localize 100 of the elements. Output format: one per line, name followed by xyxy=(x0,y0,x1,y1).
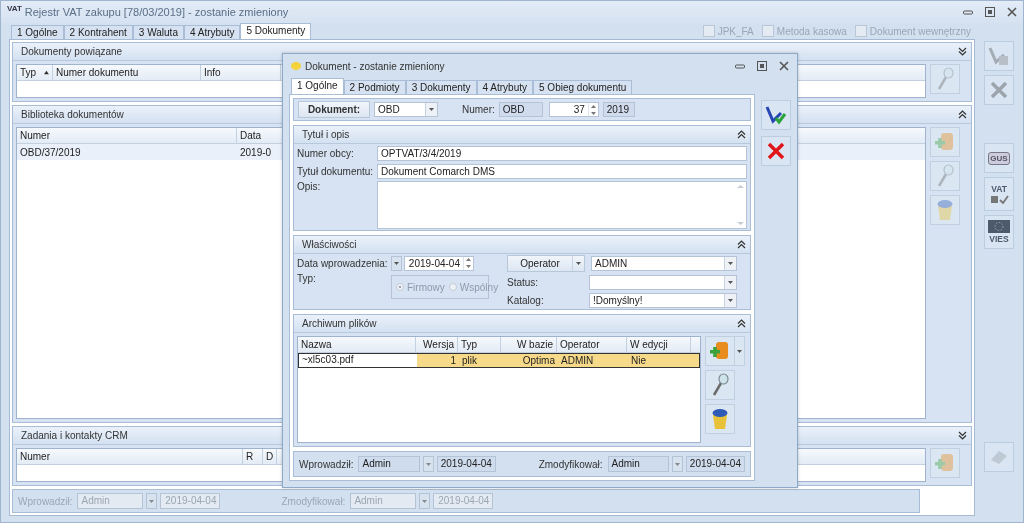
vat-button[interactable]: VAT xyxy=(984,177,1014,211)
modified-by-field[interactable]: Admin xyxy=(607,456,669,472)
table-cell-text: ADMIN xyxy=(560,355,595,366)
column-header[interactable]: D xyxy=(263,449,277,464)
spin-arrows-icon xyxy=(466,257,471,269)
created-by-field[interactable]: Admin xyxy=(358,456,420,472)
field-label: Katalog: xyxy=(507,294,545,306)
tab[interactable]: 4 Atrybuty xyxy=(476,80,533,94)
number-spinner[interactable]: 37 xyxy=(548,102,599,117)
trash-can-icon xyxy=(935,198,955,222)
number-label: Numer: xyxy=(462,104,495,115)
caret-icon xyxy=(728,262,733,265)
table-cell-text: 2019-0 xyxy=(239,146,273,158)
section-title: Biblioteka dokumentów xyxy=(21,109,124,120)
window-title: Rejestr VAT zakupu [78/03/2019] - zostanie zmieniony xyxy=(24,6,290,18)
column-header[interactable]: Typ xyxy=(458,337,501,352)
document-icon xyxy=(291,62,301,70)
field-label: Typ: xyxy=(297,273,317,284)
column-header[interactable]: Operator xyxy=(557,337,627,352)
operator-button[interactable]: Operator xyxy=(507,255,585,272)
expand-icon[interactable] xyxy=(958,431,967,440)
caret-icon xyxy=(394,261,399,265)
catalog-dropdown[interactable]: !Domyślny! xyxy=(589,292,737,308)
cancel-button[interactable] xyxy=(984,75,1014,105)
field-label: Opis: xyxy=(297,181,322,192)
gus-button[interactable]: GUS xyxy=(984,143,1014,173)
document-type-dropdown[interactable]: OBD xyxy=(374,102,438,117)
field-label: Data wprowadzenia: xyxy=(297,257,389,269)
column-header[interactable]: R xyxy=(243,449,263,464)
magnifier-icon xyxy=(710,373,730,397)
restore-icon[interactable] xyxy=(985,7,995,17)
collapse-icon[interactable] xyxy=(737,240,746,249)
trash-can-icon xyxy=(710,407,730,431)
modified-label: Zmodyfikował: xyxy=(281,495,346,507)
created-date-field[interactable]: 2019-04-04 xyxy=(436,456,496,472)
vies-button[interactable]: VIES xyxy=(984,215,1014,249)
tab[interactable]: 2 Podmioty xyxy=(343,80,406,94)
column-header[interactable]: Typ xyxy=(17,65,53,80)
caret-icon xyxy=(576,262,581,265)
cancel-button[interactable] xyxy=(761,136,791,166)
minimize-icon[interactable] xyxy=(735,61,745,71)
status-dropdown[interactable] xyxy=(589,274,737,290)
text-field[interactable]: Dokument Comarch DMS xyxy=(377,163,747,179)
scrollbar[interactable] xyxy=(736,183,745,227)
section-title: Zadania i kontakty CRM xyxy=(21,430,128,441)
save-button[interactable] xyxy=(761,100,791,130)
delete-button[interactable] xyxy=(705,404,735,434)
column-header[interactable]: Numer dokumentu xyxy=(53,65,201,80)
tab[interactable]: 5 Obieg dokumentu xyxy=(533,80,633,94)
field-label: Tytuł dokumentu: xyxy=(297,165,375,177)
maximize-icon[interactable] xyxy=(757,61,767,71)
text-field[interactable]: OPTVAT/3/4/2019 xyxy=(377,145,747,161)
dropdown-button[interactable] xyxy=(391,255,402,271)
column-header[interactable]: W edycji xyxy=(627,337,691,352)
dropdown-button[interactable] xyxy=(422,456,434,472)
collapse-icon[interactable] xyxy=(737,319,746,328)
table-cell-text: Nie xyxy=(630,355,647,366)
close-icon[interactable] xyxy=(1007,7,1017,17)
caret-icon xyxy=(728,298,733,302)
magnifier-button[interactable] xyxy=(705,370,735,400)
column-header[interactable]: Wersja xyxy=(416,337,458,352)
column-header[interactable]: Nazwa xyxy=(298,337,416,352)
tab[interactable]: 1 Ogólne xyxy=(11,25,64,39)
dialog-title: Dokument - zostanie zmieniony xyxy=(305,60,446,72)
caret-icon xyxy=(422,499,428,503)
modified-date-field[interactable]: 2019-04-04 xyxy=(685,456,745,472)
add-button[interactable] xyxy=(705,336,735,366)
close-icon[interactable] xyxy=(779,61,789,71)
section-title: Tytuł i opis xyxy=(302,129,350,140)
year-field: 2019 xyxy=(602,102,635,117)
tab[interactable]: 2 Kontrahent xyxy=(63,25,133,39)
operator-dropdown[interactable]: ADMIN xyxy=(591,256,737,271)
collapse-icon[interactable] xyxy=(737,130,746,139)
spin-arrows-icon xyxy=(590,103,596,116)
column-header[interactable]: Numer xyxy=(17,128,237,143)
collapse-icon[interactable] xyxy=(958,110,967,119)
date-field[interactable]: 2019-04-04 xyxy=(404,255,474,271)
column-header[interactable]: Info xyxy=(201,65,281,80)
caret-icon xyxy=(737,349,742,353)
dropdown-button[interactable] xyxy=(671,456,683,472)
column-header[interactable]: W bazie xyxy=(501,337,557,352)
dropdown-button[interactable] xyxy=(735,336,745,366)
caret-icon xyxy=(674,462,680,466)
description-field[interactable] xyxy=(377,181,747,229)
tab[interactable]: 3 Dokumenty xyxy=(405,80,477,94)
app-logo: VAT xyxy=(7,4,22,13)
caret-icon xyxy=(425,462,431,466)
tab[interactable]: 3 Waluta xyxy=(132,25,184,39)
section-title: Archiwum plików xyxy=(302,318,377,329)
tab[interactable]: 5 Dokumenty xyxy=(240,23,312,39)
created-label: Wprowadził: xyxy=(299,458,354,470)
sort-arrow-icon xyxy=(44,70,49,75)
minimize-icon[interactable] xyxy=(963,7,973,17)
expand-icon[interactable] xyxy=(958,47,967,56)
cross-icon xyxy=(990,81,1008,99)
column-header[interactable]: Numer xyxy=(17,449,243,464)
table-row[interactable]: ~xl5c03.pdf 1 plik Optima ADMIN Nie xyxy=(298,353,700,368)
tab[interactable]: 1 Ogólne xyxy=(291,78,344,94)
tab[interactable]: 4 Atrybuty xyxy=(183,25,241,39)
document-type-button[interactable]: Dokument: xyxy=(298,101,370,118)
